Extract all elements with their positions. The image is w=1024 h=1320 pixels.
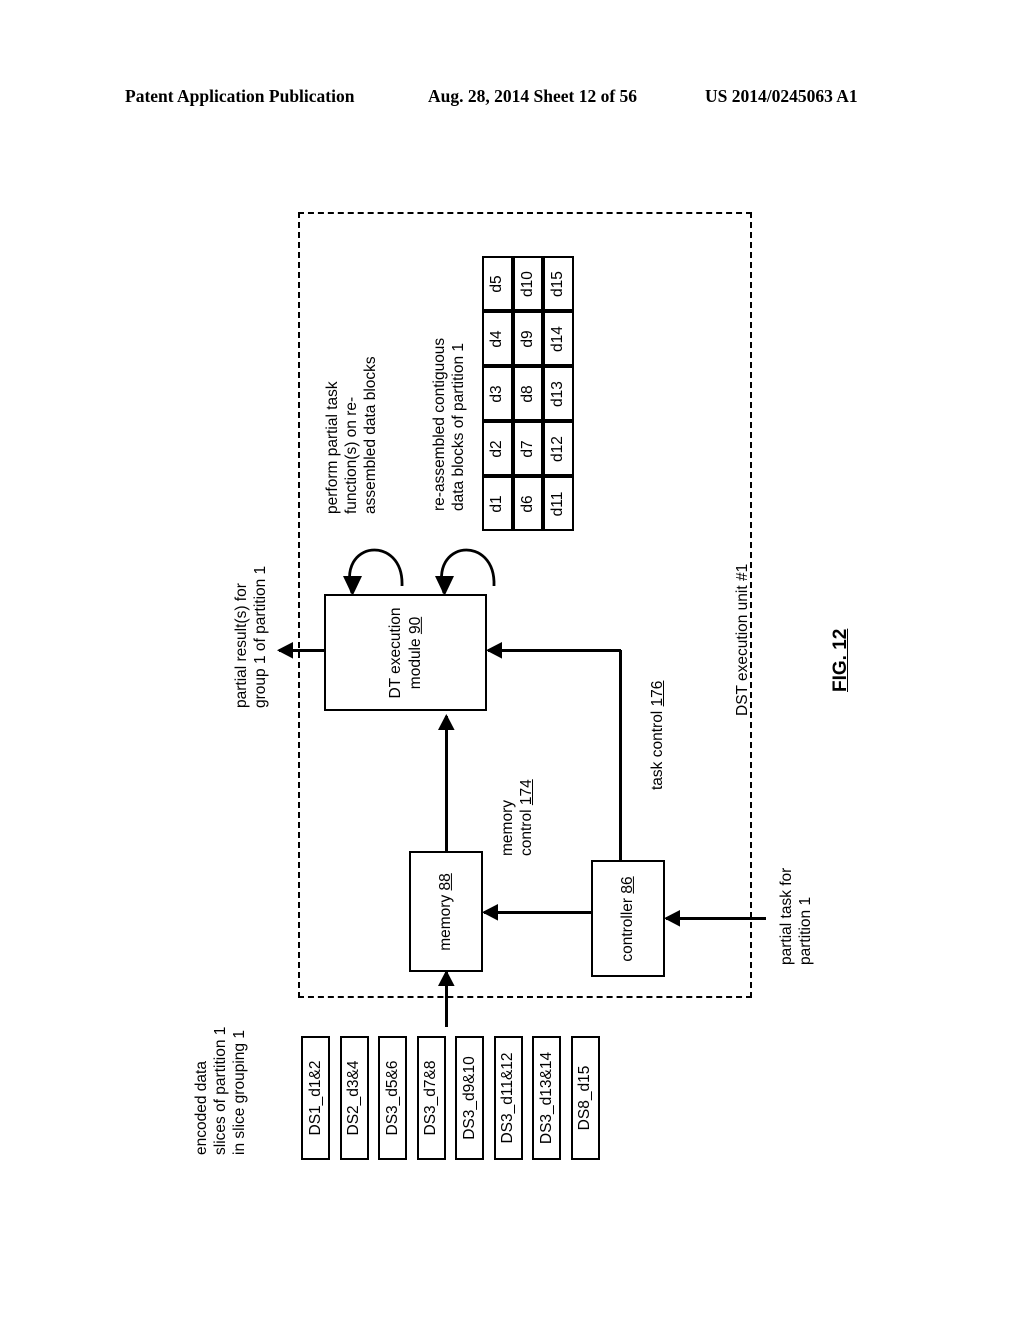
data-block-cell: d4 — [482, 311, 513, 366]
data-block-cell: d15 — [543, 256, 574, 311]
encoded-slice-box[interactable]: DS3_d9&10 — [455, 1036, 484, 1160]
figure-label: FIG. 12 — [830, 628, 851, 692]
data-block-cell: d13 — [543, 366, 574, 421]
dt-execution-module-box[interactable]: DT execution module 90 — [324, 594, 487, 711]
encoded-slice-box[interactable]: DS1_d1&2 — [301, 1036, 330, 1160]
controller-label: controller 86 — [618, 875, 636, 962]
encoded-slice-label: DS3_d13&14 — [537, 1051, 555, 1145]
encoded-slice-label: DS8_d15 — [576, 1065, 593, 1131]
encoded-slice-box[interactable]: DS2_d3&4 — [339, 1036, 369, 1160]
data-block-cell: d11 — [543, 476, 574, 531]
data-block-cell: d2 — [482, 421, 513, 476]
data-block-cell: d5 — [482, 256, 513, 311]
encoded-slice-label: DS3_d9&10 — [460, 1056, 478, 1140]
data-block-label: d1 — [488, 494, 506, 513]
data-block-cell: d7 — [512, 421, 543, 476]
data-block-cell: d12 — [543, 421, 574, 476]
slices-to-memory-line — [445, 972, 448, 1027]
data-block-cell: d9 — [512, 311, 543, 366]
data-block-label: d12 — [549, 435, 567, 462]
data-block-label: d6 — [518, 494, 536, 513]
figure-diagram: DST execution unit #1 FIG. 12 d1 d2 d3 d4 d5… — [0, 0, 1024, 1320]
dst-execution-unit-label: DST execution unit #1 — [734, 563, 751, 716]
data-block-cell: d6 — [512, 476, 543, 531]
encoded-slices-annotation: encoded data slices of partition 1 in slic… — [193, 1026, 249, 1155]
data-block-label: d2 — [488, 439, 506, 458]
data-block-cell: d8 — [512, 366, 543, 421]
memory-box[interactable]: memory 88 — [409, 851, 483, 972]
encoded-slice-label: DS2_d3&4 — [345, 1060, 362, 1136]
data-block-label: d11 — [549, 491, 567, 516]
data-block-label: d9 — [518, 329, 536, 348]
encoded-slice-label: DS1_d1&2 — [306, 1060, 324, 1136]
encoded-slice-box[interactable]: DS8_d15 — [570, 1036, 600, 1160]
partial-task-input-line — [666, 917, 766, 920]
encoded-slice-box[interactable]: DS3_d13&14 — [532, 1036, 561, 1160]
data-block-cell: d3 — [482, 366, 513, 421]
data-block-label: d4 — [488, 329, 506, 348]
data-block-label: d10 — [518, 270, 536, 297]
encoded-slice-box[interactable]: DS3_d5&6 — [378, 1036, 407, 1160]
memory-control-line — [484, 911, 592, 914]
data-block-cell: d10 — [512, 256, 543, 311]
data-block-label: d14 — [549, 325, 567, 352]
task-control-horizontal-line — [488, 649, 621, 652]
perform-partial-task-annotation: perform partial task function(s) on re-as… — [324, 356, 380, 514]
data-block-label: d3 — [488, 384, 506, 403]
encoded-slice-label: DS3_d11&12 — [499, 1052, 516, 1144]
partial-task-input-annotation: partial task for partition 1 — [778, 867, 815, 965]
memory-control-annotation: memory control 174 — [498, 779, 536, 856]
data-block-label: d8 — [518, 384, 536, 403]
partial-results-annotation: partial result(s) for group 1 of partitio… — [233, 565, 270, 708]
reassembled-data-blocks-table: d1 d2 d3 d4 d5 d6 d7 d8 d9 d10 d11 d12 d13 d14 d15 — [482, 256, 574, 531]
data-block-cell: d1 — [482, 476, 513, 531]
encoded-slice-box[interactable]: DS3_d11&12 — [493, 1036, 523, 1160]
encoded-slice-label: DS3_d5&6 — [383, 1060, 401, 1136]
reassembled-blocks-annotation: re-assembled contiguous data blocks of pa… — [431, 337, 468, 511]
memory-label: memory 88 — [436, 872, 454, 951]
task-control-text: task control 176 — [649, 680, 666, 790]
task-control-annotation: task control 176 — [648, 681, 667, 790]
encoded-slice-label: DS3_d7&8 — [422, 1060, 439, 1136]
dt-to-partial-results-line — [279, 649, 325, 652]
memory-to-dt-line — [445, 716, 448, 852]
data-block-label: d15 — [549, 270, 567, 297]
memory-control-text: memory control 174 — [499, 779, 536, 856]
encoded-slice-box[interactable]: DS3_d7&8 — [416, 1036, 446, 1160]
controller-box[interactable]: controller 86 — [591, 860, 665, 977]
data-block-label: d7 — [518, 439, 536, 458]
data-block-label: d13 — [549, 380, 567, 407]
task-control-vertical-line — [619, 650, 622, 861]
data-block-cell: d14 — [543, 311, 574, 366]
dt-execution-module-label: DT execution module 90 — [386, 606, 424, 699]
data-block-label: d5 — [488, 274, 506, 293]
